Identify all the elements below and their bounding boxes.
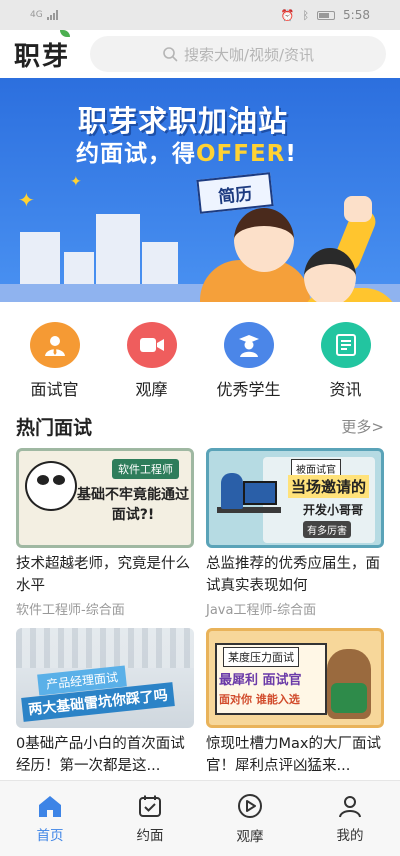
card-thumbnail: 某度压力面试 最犀利 面试官 面对你 谁能入选 [206, 628, 384, 728]
interview-card[interactable]: 产品经理面试 两大基础雷坑你踩了吗 0基础产品小白的首次面试经历！第一次都是这.… [16, 628, 194, 777]
app-header: 职芽 搜索大咖/视频/资讯 [0, 29, 400, 78]
banner-offer-highlight: OFFER [196, 141, 286, 167]
card-title: 总监推荐的优秀应届生，面试真实表现如何 [206, 556, 380, 594]
nav-label: 优秀学生 [216, 380, 281, 399]
nav-news[interactable]: 资讯 [306, 322, 386, 400]
calendar-check-icon [139, 795, 161, 817]
hot-interviews-header: 热门面试 更多> [0, 400, 400, 440]
tab-label: 首页 [36, 827, 64, 844]
tab-observe[interactable]: 观摩 [210, 793, 290, 845]
signal-icon [46, 10, 58, 20]
card-meta: 软件工程师-综合面 [16, 603, 125, 618]
card-thumbnail: 被面试官 当场邀请的 开发小哥哥 有多厉害 [206, 448, 384, 548]
thumb-caption: 有多厉害 [303, 521, 351, 538]
monitor-illustration [243, 481, 277, 505]
signal-indicator: 4G [30, 10, 58, 20]
nav-interviewer[interactable]: 面试官 [15, 322, 95, 400]
sparkle-icon: ✦ [18, 188, 35, 212]
nav-observe[interactable]: 观摩 [112, 322, 192, 400]
card-title: 0基础产品小白的首次面试经历！第一次都是这... [16, 736, 185, 774]
search-bar[interactable]: 搜索大咖/视频/资讯 [90, 36, 386, 72]
nav-label: 观摩 [135, 380, 168, 399]
card-thumbnail: 软件工程师 基础不牢竟能通过面试?! [16, 448, 194, 548]
card-title: 技术超越老师，究竟是什么水平 [16, 556, 190, 594]
nav-top-students[interactable]: 优秀学生 [209, 322, 289, 400]
more-link[interactable]: 更多> [341, 416, 384, 437]
graduate-icon [223, 322, 274, 368]
thumb-caption: 面对你 谁能入选 [219, 693, 300, 706]
interview-card[interactable]: 软件工程师 基础不牢竟能通过面试?! 技术超越老师，究竟是什么水平 软件工程师-… [16, 448, 194, 618]
bear-illustration [327, 649, 371, 719]
person-illustration [221, 473, 243, 509]
thumb-caption: 开发小哥哥 [302, 503, 363, 517]
status-time: 5:58 [343, 8, 370, 22]
search-icon [163, 47, 178, 62]
thumb-caption: 当场邀请的 [287, 475, 369, 498]
tab-label: 约面 [136, 827, 164, 844]
logo-text: 职芽 [14, 41, 71, 72]
thumb-caption: 最犀利 面试官 [219, 673, 302, 688]
panda-illustration [25, 461, 77, 511]
promo-banner[interactable]: ✦ ✦ 职芽求职加油站 约面试，得OFFER! 简历 [0, 78, 400, 302]
user-icon [339, 795, 361, 817]
interview-card[interactable]: 被面试官 当场邀请的 开发小哥哥 有多厉害 总监推荐的优秀应届生，面试真实表现如… [206, 448, 384, 618]
card-meta: Java工程师-综合面 [206, 603, 317, 618]
interview-card[interactable]: 某度压力面试 最犀利 面试官 面对你 谁能入选 惊现吐槽力Max的大厂面试官！犀… [206, 628, 384, 777]
thumb-tag: 软件工程师 [112, 459, 179, 479]
thumb-caption: 基础不牢竟能通过面试?! [77, 487, 189, 523]
card-title: 惊现吐槽力Max的大厂面试官！犀利点评凶猛来... [206, 736, 381, 774]
app-logo[interactable]: 职芽 [14, 29, 78, 73]
fist-illustration [344, 196, 372, 222]
quick-nav: 面试官 观摩 优秀学生 资讯 [0, 302, 400, 400]
nav-label: 面试官 [30, 380, 79, 399]
person-illustration [304, 248, 356, 302]
status-bar: 4G ⏰ ᛒ 5:58 [0, 0, 400, 30]
tab-home[interactable]: 首页 [10, 794, 90, 844]
tab-appointment[interactable]: 约面 [110, 794, 190, 844]
interviewer-icon [29, 322, 80, 368]
banner-subtitle-prefix: 约面试，得 [76, 141, 196, 167]
tab-label: 观摩 [236, 828, 264, 845]
battery-icon [317, 10, 336, 20]
search-placeholder: 搜索大咖/视频/资讯 [183, 45, 315, 64]
banner-subtitle-suffix: ! [285, 141, 297, 167]
nav-label: 资讯 [329, 380, 362, 399]
thumb-caption: 某度压力面试 [223, 647, 299, 667]
sparkle-icon: ✦ [70, 174, 82, 190]
interview-grid: 软件工程师 基础不牢竟能通过面试?! 技术超越老师，究竟是什么水平 软件工程师-… [0, 440, 400, 777]
banner-subtitle: 约面试，得OFFER! [76, 134, 297, 168]
leaf-icon [60, 29, 70, 37]
play-circle-icon [238, 793, 262, 818]
alarm-icon: ⏰ [280, 8, 295, 22]
home-icon [39, 795, 61, 817]
bluetooth-icon: ᛒ [302, 8, 310, 22]
person-illustration [234, 208, 294, 272]
tab-profile[interactable]: 我的 [310, 794, 390, 844]
card-thumbnail: 产品经理面试 两大基础雷坑你踩了吗 [16, 628, 194, 728]
news-icon [320, 322, 371, 368]
tab-label: 我的 [336, 827, 364, 844]
bottom-tab-bar: 首页 约面 观摩 我的 [0, 780, 400, 856]
video-camera-icon [126, 322, 177, 368]
background-illustration [16, 628, 194, 668]
section-title: 热门面试 [16, 416, 93, 439]
